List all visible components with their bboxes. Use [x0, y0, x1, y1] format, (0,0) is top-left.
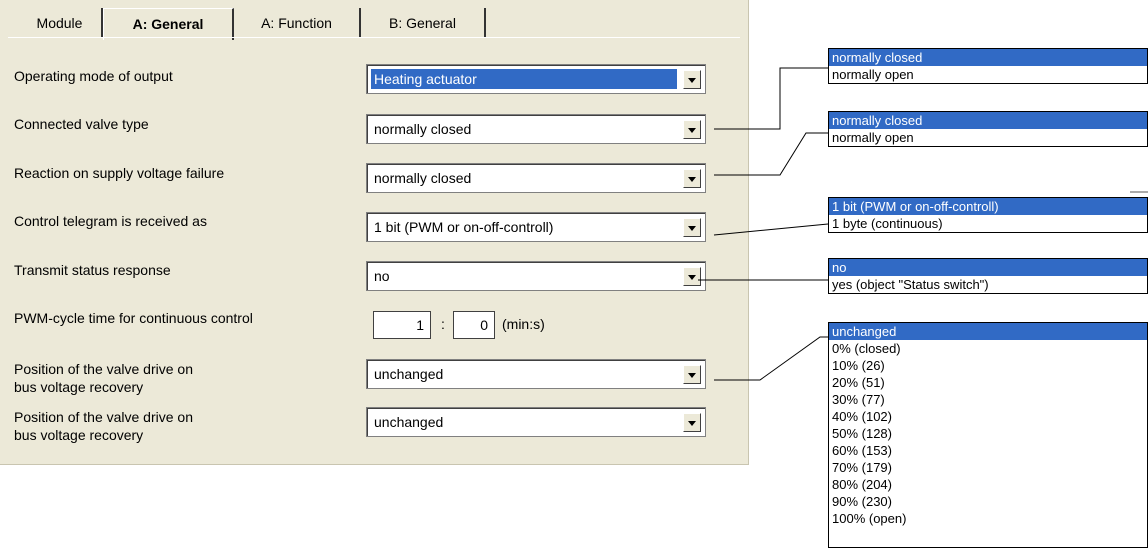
valve-type-options-list: normally closed normally open — [828, 48, 1148, 84]
list-item[interactable]: normally closed — [829, 112, 1147, 129]
list-item[interactable]: 90% (230) — [829, 493, 1147, 510]
telegram-options-list: 1 bit (PWM or on-off-controll) 1 byte (c… — [828, 197, 1148, 233]
list-item[interactable]: 60% (153) — [829, 442, 1147, 459]
list-item[interactable]: no — [829, 259, 1147, 276]
list-item[interactable]: normally open — [829, 129, 1147, 146]
connector-recovery — [714, 336, 828, 381]
list-item[interactable]: 20% (51) — [829, 374, 1147, 391]
list-item[interactable]: normally open — [829, 66, 1147, 83]
supply-failure-options-list: normally closed normally open — [828, 111, 1148, 147]
list-item[interactable]: 30% (77) — [829, 391, 1147, 408]
status-options-list: no yes (object "Status switch") — [828, 258, 1148, 294]
list-item[interactable]: 50% (128) — [829, 425, 1147, 442]
connector-telegram — [713, 223, 829, 236]
list-item[interactable]: 1 byte (continuous) — [829, 215, 1147, 232]
list-item[interactable]: 0% (closed) — [829, 340, 1147, 357]
list-item[interactable]: 100% (open) — [829, 510, 1147, 527]
list-item[interactable]: 40% (102) — [829, 408, 1147, 425]
list-item[interactable]: unchanged — [829, 323, 1147, 340]
recovery-options-list: unchanged 0% (closed) 10% (26) 20% (51) … — [828, 322, 1148, 548]
list-item[interactable]: 70% (179) — [829, 459, 1147, 476]
connector-supply-failure — [714, 132, 828, 176]
list-item[interactable]: 10% (26) — [829, 357, 1147, 374]
list-item[interactable]: 80% (204) — [829, 476, 1147, 493]
connector-valve-type — [714, 67, 828, 130]
list-item[interactable]: 1 bit (PWM or on-off-controll) — [829, 198, 1147, 215]
list-item[interactable]: normally closed — [829, 49, 1147, 66]
list-item[interactable]: yes (object "Status switch") — [829, 276, 1147, 293]
